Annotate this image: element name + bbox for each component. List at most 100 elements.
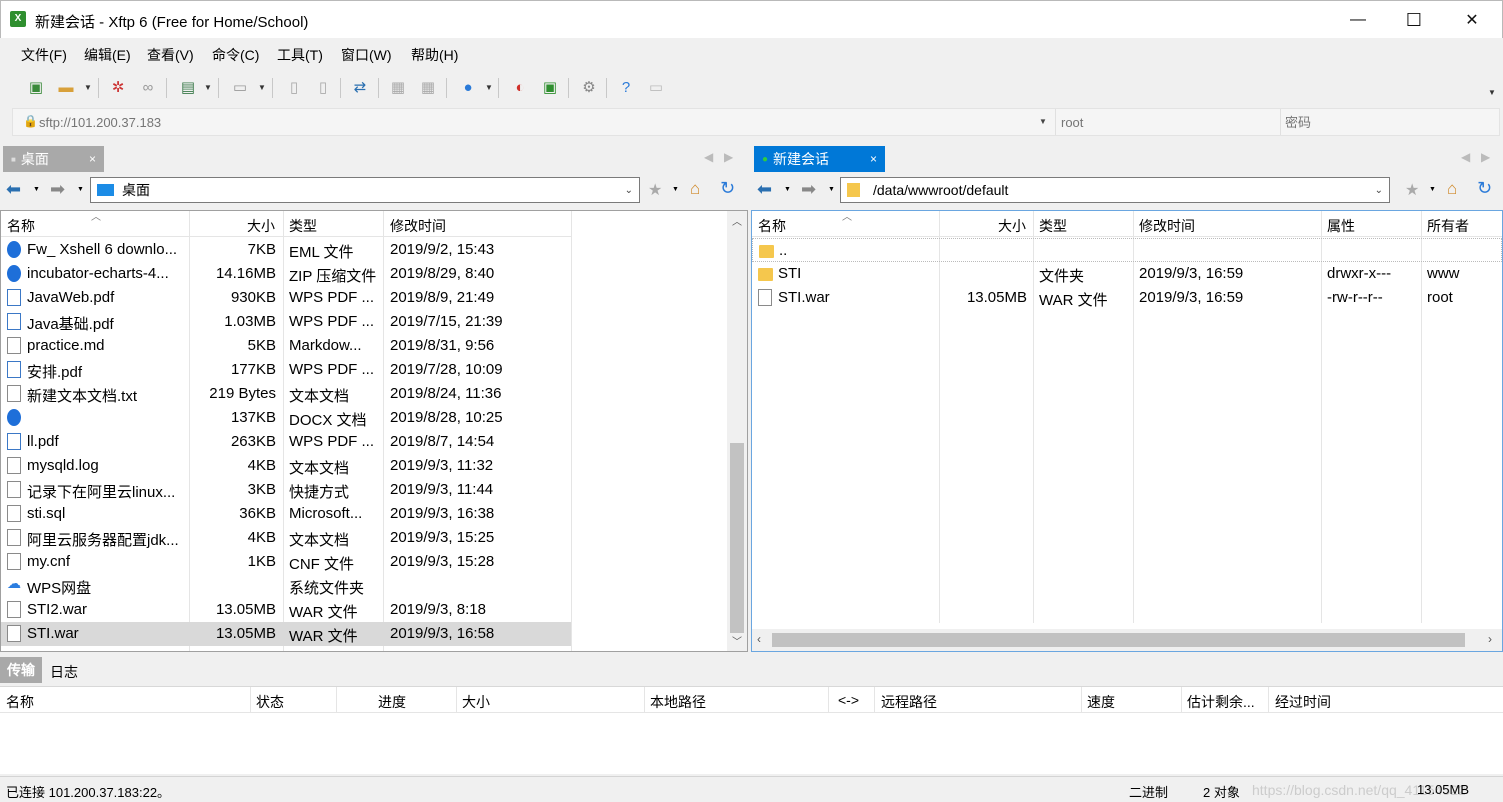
column-name[interactable]: 名称	[6, 692, 34, 712]
chevron-down-icon[interactable]: ▼	[84, 83, 92, 92]
remote-path-combo[interactable]: /data/wwwroot/default ⌄	[840, 177, 1390, 203]
menu-file[interactable]: 文件(F)	[21, 45, 67, 65]
home-icon[interactable]: ⌂	[1447, 179, 1457, 199]
menu-edit[interactable]: 编辑(E)	[84, 45, 131, 65]
column-status[interactable]: 状态	[256, 692, 284, 712]
disconnect-icon[interactable]: ∞	[138, 77, 158, 97]
forward-arrow-icon[interactable]: ➡	[801, 179, 816, 200]
back-arrow-icon[interactable]: ⬅	[6, 179, 21, 200]
chevron-down-icon[interactable]: ▼	[204, 83, 212, 92]
scroll-up-icon[interactable]: ︿	[732, 213, 742, 228]
file-row[interactable]: 137KB DOCX 文档 2019/8/28, 10:25	[1, 406, 571, 430]
chevron-down-icon[interactable]: ⌄	[1375, 185, 1383, 196]
file-row[interactable]: JavaWeb.pdf 930KB WPS PDF ... 2019/8/9, 21:…	[1, 286, 571, 310]
chevron-down-icon[interactable]: ▼	[672, 186, 679, 193]
minimize-button[interactable]: —	[1330, 1, 1386, 39]
chevron-down-icon[interactable]: ⌄	[625, 185, 633, 196]
tab-scroll-right-icon[interactable]: ▶	[724, 150, 733, 164]
column-size[interactable]: 大小	[462, 692, 490, 712]
remote-h-scrollbar[interactable]: ‹ ›	[752, 629, 1502, 651]
refresh-icon[interactable]: ↻	[720, 178, 735, 199]
column-remote-path[interactable]: 远程路径	[881, 692, 937, 712]
home-icon[interactable]: ⌂	[690, 179, 700, 199]
column-local-path[interactable]: 本地路径	[650, 692, 706, 712]
local-path-combo[interactable]: 桌面 ⌄	[90, 177, 640, 203]
column-owner[interactable]: 所有者	[1427, 216, 1469, 236]
scrollbar-thumb[interactable]	[730, 443, 744, 633]
star-icon[interactable]: ★	[1405, 180, 1419, 200]
scroll-left-icon[interactable]: ‹	[757, 632, 761, 646]
scrollbar-thumb[interactable]	[772, 633, 1465, 647]
column-elapsed[interactable]: 经过时间	[1275, 692, 1331, 712]
file-row[interactable]: 新建文本文档.txt 219 Bytes 文本文档 2019/8/24, 11:36	[1, 382, 571, 406]
column-attributes[interactable]: 属性	[1327, 216, 1355, 236]
tab-local-desktop[interactable]: ■ 桌面 ×	[3, 146, 104, 172]
properties-icon[interactable]: ▤	[178, 77, 198, 97]
host-input[interactable]	[39, 112, 1039, 132]
file-row[interactable]: 安排.pdf 177KB WPS PDF ... 2019/7/28, 10:09	[1, 358, 571, 382]
copy-icon[interactable]: ▯	[284, 77, 304, 97]
menu-help[interactable]: 帮助(H)	[411, 45, 458, 65]
scroll-down-icon[interactable]: ﹀	[732, 633, 742, 648]
username-input[interactable]	[1061, 112, 1271, 132]
file-row[interactable]: ☁ WPS网盘 系统文件夹	[1, 574, 571, 598]
file-row[interactable]: STI2.war 13.05MB WAR 文件 2019/9/3, 8:18	[1, 598, 571, 622]
chevron-down-icon[interactable]: ▼	[258, 83, 266, 92]
forward-arrow-icon[interactable]: ➡	[50, 179, 65, 200]
reconnect-icon[interactable]: ✲	[108, 77, 128, 97]
chevron-down-icon[interactable]: ▼	[77, 186, 84, 193]
column-type[interactable]: 类型	[1039, 216, 1067, 236]
queue-clear-icon[interactable]: ▦	[418, 77, 438, 97]
xshell-icon[interactable]: ◐	[510, 77, 530, 97]
star-icon[interactable]: ★	[648, 180, 662, 200]
column-size[interactable]: 大小	[247, 216, 275, 236]
parent-directory-row[interactable]: ..	[752, 238, 1502, 262]
tab-close-icon[interactable]: ×	[89, 152, 96, 166]
globe-icon[interactable]: ●	[458, 77, 478, 97]
tab-scroll-right-icon[interactable]: ▶	[1481, 150, 1490, 164]
menu-view[interactable]: 查看(V)	[147, 45, 194, 65]
tab-transfer[interactable]: 传输	[0, 657, 42, 683]
file-row[interactable]: sti.sql 36KB Microsoft... 2019/9/3, 16:38	[1, 502, 571, 526]
tab-scroll-left-icon[interactable]: ◀	[1461, 150, 1470, 164]
file-row[interactable]: mysqld.log 4KB 文本文档 2019/9/3, 11:32	[1, 454, 571, 478]
column-size[interactable]: 大小	[998, 216, 1026, 236]
open-folder-icon[interactable]: ▬	[56, 77, 76, 97]
file-row[interactable]: ll.pdf 263KB WPS PDF ... 2019/8/7, 14:54	[1, 430, 571, 454]
column-speed[interactable]: 速度	[1087, 692, 1115, 712]
tab-close-icon[interactable]: ×	[870, 152, 877, 166]
menu-window[interactable]: 窗口(W)	[341, 45, 392, 65]
file-row[interactable]: 记录下在阿里云linux... 3KB 快捷方式 2019/9/3, 11:44	[1, 478, 571, 502]
tab-log[interactable]: 日志	[50, 662, 78, 682]
new-session-icon[interactable]: ▣	[26, 77, 46, 97]
chevron-down-icon[interactable]: ▼	[1429, 186, 1436, 193]
transfer-icon[interactable]: ▭	[230, 77, 250, 97]
refresh-icon[interactable]: ↻	[1477, 178, 1492, 199]
column-progress[interactable]: 进度	[378, 692, 406, 712]
file-row[interactable]: incubator-echarts-4... 14.16MB ZIP 压缩文件 201…	[1, 262, 571, 286]
xftp-icon[interactable]: ▣	[540, 77, 560, 97]
file-row[interactable]: STI.war 13.05MB WAR 文件 2019/9/3, 16:59 -rw-r…	[752, 286, 1502, 310]
file-row[interactable]: STI 文件夹 2019/9/3, 16:59 drwxr-x--- www	[752, 262, 1502, 286]
help-icon[interactable]: ?	[616, 77, 636, 97]
column-type[interactable]: 类型	[289, 216, 317, 236]
column-name[interactable]: 名称	[758, 216, 786, 236]
password-input[interactable]	[1285, 112, 1485, 132]
scroll-right-icon[interactable]: ›	[1488, 632, 1492, 646]
file-row[interactable]: Java基础.pdf 1.03MB WPS PDF ... 2019/7/15, 21…	[1, 310, 571, 334]
back-arrow-icon[interactable]: ⬅	[757, 179, 772, 200]
file-row[interactable]: 阿里云服务器配置jdk... 4KB 文本文档 2019/9/3, 15:25	[1, 526, 571, 550]
file-row[interactable]: my.cnf 1KB CNF 文件 2019/9/3, 15:28	[1, 550, 571, 574]
gear-icon[interactable]: ⚙	[579, 77, 599, 97]
maximize-button[interactable]: ☐	[1386, 1, 1442, 39]
chevron-down-icon[interactable]: ▼	[828, 186, 835, 193]
tab-scroll-left-icon[interactable]: ◀	[704, 150, 713, 164]
column-modified[interactable]: 修改时间	[390, 216, 446, 236]
column-eta[interactable]: 估计剩余...	[1187, 692, 1255, 712]
chevron-down-icon[interactable]: ▼	[485, 83, 493, 92]
column-direction[interactable]: <->	[838, 692, 859, 708]
file-row[interactable]: Fw_ Xshell 6 downlo... 7KB EML 文件 2019/9/2,…	[1, 238, 571, 262]
sync-icon[interactable]: ⇄	[350, 77, 370, 97]
tab-remote-session[interactable]: ● 新建会话 ×	[754, 146, 885, 172]
chevron-down-icon[interactable]: ▼	[1488, 88, 1496, 97]
